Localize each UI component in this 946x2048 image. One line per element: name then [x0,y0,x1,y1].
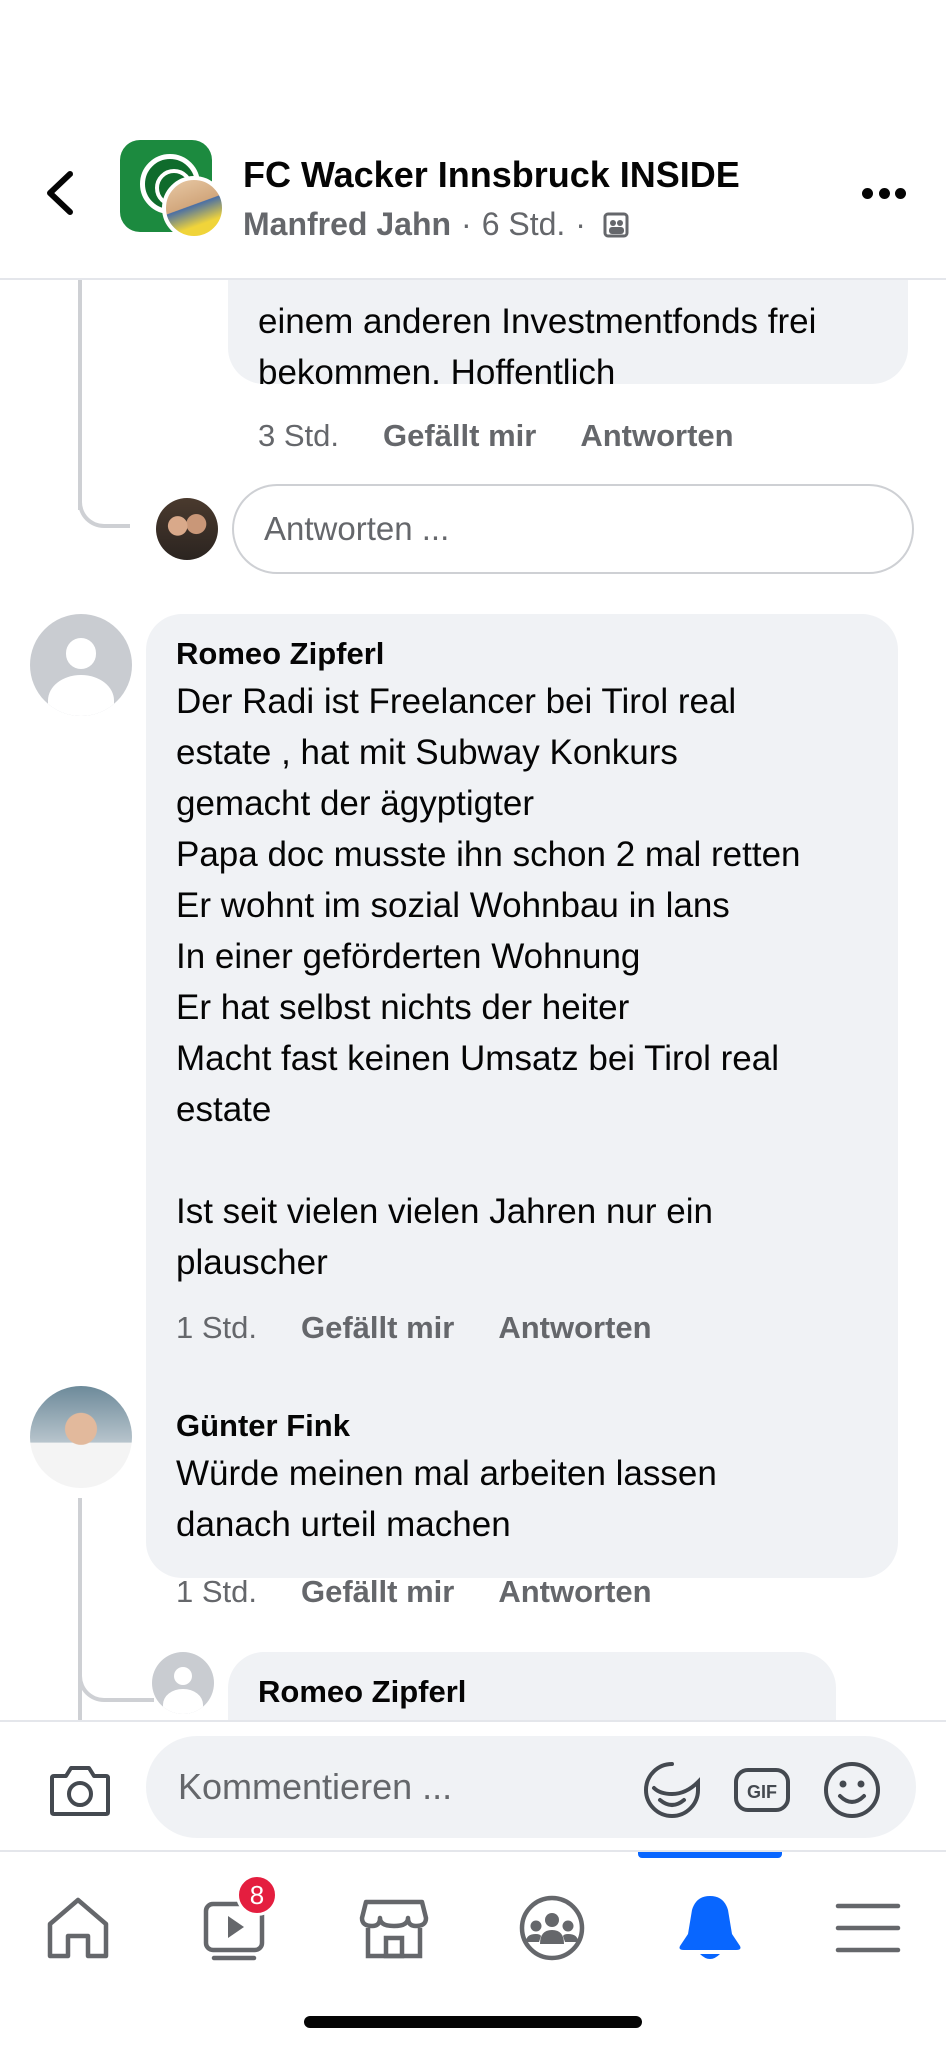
comment-text: einem anderen Investmentfonds frei bekom… [258,302,817,392]
more-options-icon[interactable] [862,186,906,200]
bottom-navigation: 8 [0,1850,946,2048]
comment-input[interactable]: Kommentieren ... GIF [146,1736,916,1838]
reply-input-placeholder: Antworten ... [264,510,450,547]
commenter-avatar[interactable] [152,1652,214,1714]
commenter-name[interactable]: Günter Fink [176,1408,772,1444]
author-avatar[interactable] [162,176,226,240]
home-indicator[interactable] [304,2016,642,2028]
marketplace-icon[interactable] [354,1888,434,1968]
comment-input-placeholder: Kommentieren ... [178,1766,453,1807]
reply-button[interactable]: Antworten [498,1574,651,1610]
reply-input[interactable]: Antworten ... [232,484,914,574]
commenter-avatar[interactable] [30,614,132,716]
comments-feed[interactable]: einem anderen Investmentfonds frei bekom… [0,280,946,1720]
meta-separator: · [575,206,586,242]
group-privacy-icon [603,212,629,237]
thread-connector [78,476,130,528]
like-button[interactable]: Gefällt mir [383,418,536,454]
group-title[interactable]: FC Wacker Innsbruck INSIDE [243,154,740,196]
commenter-avatar[interactable] [30,1386,132,1488]
reply-button[interactable]: Antworten [580,418,733,454]
commenter-name[interactable]: Romeo Zipferl [176,636,868,672]
comment-text: Der Radi ist Freelancer bei Tirol real e… [176,682,801,1282]
like-button[interactable]: Gefällt mir [301,1574,454,1610]
reply-button[interactable]: Antworten [498,1310,651,1346]
comment-time[interactable]: 1 Std. [176,1574,257,1610]
meta-separator: · [461,206,472,242]
comment-time[interactable]: 3 Std. [258,418,339,454]
comment-bubble[interactable]: einem anderen Investmentfonds frei bekom… [228,280,908,392]
menu-icon[interactable] [828,1888,908,1968]
comment-text: Würde meinen mal arbeiten lassen danach … [176,1454,717,1544]
back-arrow-icon[interactable] [38,168,82,218]
comment-time[interactable]: 1 Std. [176,1310,257,1346]
post-meta: Manfred Jahn · 6 Std. · [243,206,630,243]
post-time[interactable]: 6 Std. [482,206,566,243]
comment-actions: 3 Std. Gefällt mir Antworten [258,418,778,454]
comment-actions: 1 Std. Gefällt mir Antworten [176,1310,696,1346]
comment-bubble[interactable]: Günter Fink Würde meinen mal arbeiten la… [146,1386,802,1562]
notifications-bell-icon[interactable] [670,1888,750,1968]
current-user-avatar [156,498,218,560]
video-notification-badge: 8 [236,1874,278,1916]
thread-connector [78,1650,154,1702]
active-tab-indicator [638,1852,782,1858]
sticker-icon[interactable] [642,1760,702,1820]
camera-icon[interactable] [48,1762,112,1818]
author-name[interactable]: Manfred Jahn [243,206,451,243]
comment-composer: Kommentieren ... GIF [0,1720,946,1850]
emoji-icon[interactable] [822,1760,882,1820]
commenter-name[interactable]: Romeo Zipferl [258,1674,806,1710]
comment-actions: 1 Std. Gefällt mir Antworten [176,1574,696,1610]
groups-icon[interactable] [512,1888,592,1968]
gif-icon[interactable]: GIF [732,1760,792,1820]
home-icon[interactable] [38,1888,118,1968]
post-header: FC Wacker Innsbruck INSIDE Manfred Jahn … [0,0,946,280]
like-button[interactable]: Gefällt mir [301,1310,454,1346]
gif-label: GIF [747,1782,777,1802]
comment-bubble[interactable]: Romeo Zipferl [228,1652,836,1720]
